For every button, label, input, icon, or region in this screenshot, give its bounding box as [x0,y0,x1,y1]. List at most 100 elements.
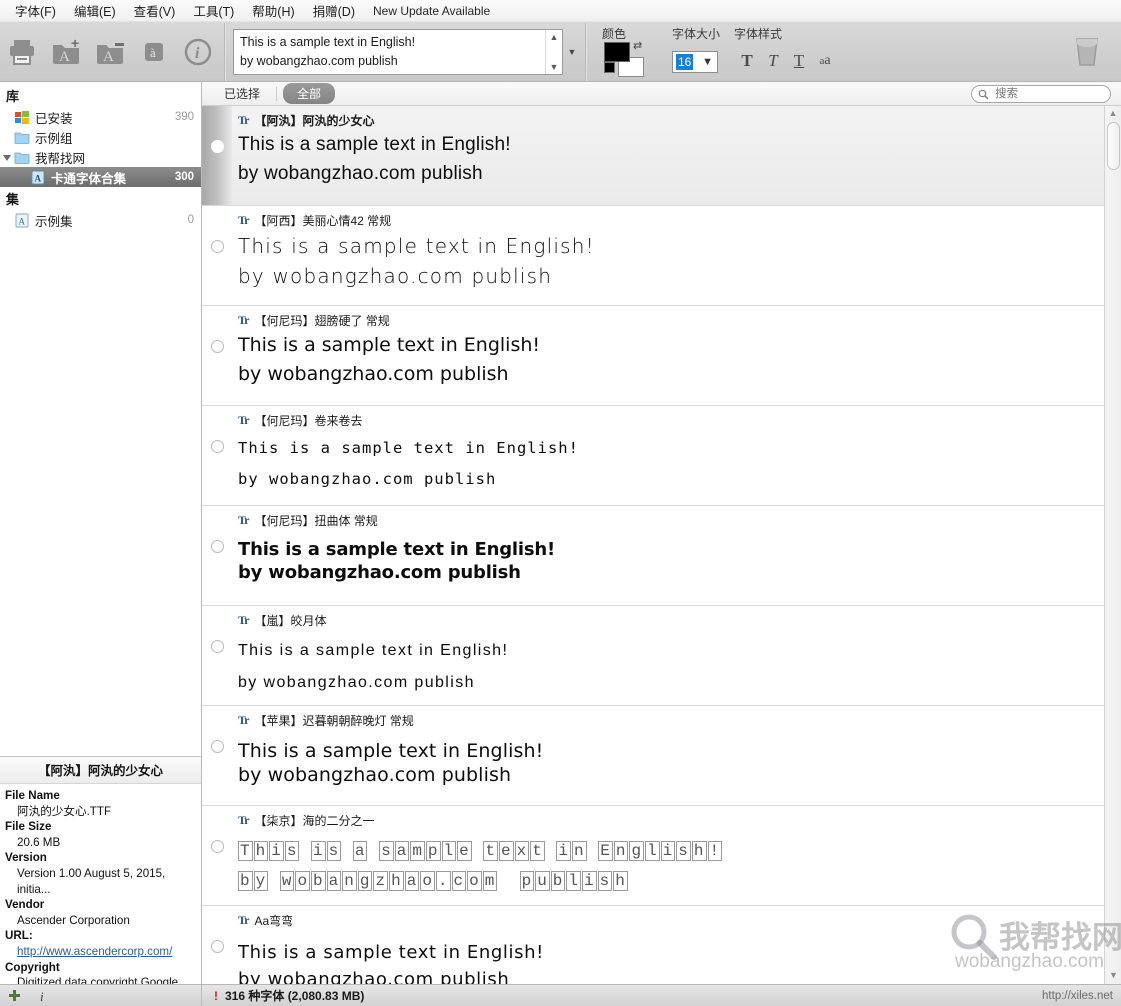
chevron-down-icon[interactable]: ▼ [702,56,713,68]
vendor-url-link[interactable]: http://www.ascendercorp.com/ [17,945,172,958]
info-panel-body: File Name 阿汍的少女心.TTF File Size 20.6 MB V… [0,784,201,984]
scrollbar-thumb[interactable] [1107,122,1120,170]
menu-item-edit[interactable]: 编辑(E) [65,0,125,22]
info-key-version: Version [5,851,47,865]
size-toggle-glyph-big: a [824,52,831,68]
info-value-file-name: 阿汍的少女心.TTF [17,804,112,818]
font-name: 【何尼玛】卷来卷去 [254,414,363,428]
sample-text-scrollbar[interactable]: ▲ ▼ [545,29,562,74]
sidebar-item-sample-set[interactable]: A 示例集 0 [0,210,201,230]
underline-button[interactable]: T [786,47,812,75]
font-name-row: Tr 【何尼玛】卷来卷去 [238,412,1096,429]
status-url: http://xiles.net [1042,989,1113,1002]
table-row[interactable]: Tr 【阿西】美丽心情42 常规 This is a sample text i… [202,206,1104,306]
sample-preview-line-2: by wobangzhao.com publish [238,871,628,892]
sidebar-item-sample-group[interactable]: 示例组 [0,127,201,147]
table-row[interactable]: Tr 【嵐】皎月体 This is a sample text in Engli… [202,606,1104,706]
row-select-bullet[interactable] [210,540,224,553]
svg-text:A: A [35,173,42,183]
bold-button[interactable]: T [734,47,760,75]
sample-text-box[interactable]: This is a sample text in English! by wob… [233,28,563,75]
font-name-row: Tr 【阿西】美丽心情42 常规 [238,212,1096,229]
row-select-bullet[interactable] [210,240,224,253]
character-map-icon[interactable]: à [134,32,174,72]
scroll-up-icon[interactable]: ▲ [1109,106,1118,120]
row-select-bullet[interactable] [210,440,224,453]
header-divider [276,86,278,101]
add-font-folder-icon[interactable]: A + [46,32,86,72]
sidebar-item-installed[interactable]: 已安装 390 [0,107,201,127]
row-content: Tr 【柒京】海的二分之一 This is a sample text in E… [232,806,1104,905]
menu-item-help[interactable]: 帮助(H) [243,0,303,22]
menu-item-font[interactable]: 字体(F) [6,0,65,22]
sidebar-item-cartoon-font-collection[interactable]: A 卡通字体合集 300 [0,167,201,187]
update-available-link[interactable]: New Update Available [364,2,499,20]
row-select-bullet[interactable] [210,840,224,853]
font-name: 【嵐】皎月体 [254,614,327,628]
sample-preview-line-2: by wobangzhao.com publish [238,764,512,787]
row-select-bullet[interactable] [210,940,224,953]
sample-preview-line-2: by wobangzhao.com publish [238,362,509,385]
row-gutter [202,106,232,205]
tab-all[interactable]: 全部 [283,83,336,104]
sample-text-dropdown-icon[interactable]: ▼ [563,29,581,75]
sidebar-item-wobangzhao[interactable]: 我帮找网 [0,147,201,167]
print-icon[interactable] [2,32,42,72]
sample-preview-line-2: by wobangzhao.com publish [238,162,483,184]
italic-button[interactable]: T [760,47,786,75]
font-rows-container: Tr 【阿汍】阿汍的少女心 This is a sample text in E… [202,106,1104,984]
list-scrollbar[interactable]: ▲ ▼ [1104,106,1121,984]
sidebar-item-label: 卡通字体合集 [51,171,127,186]
info-value-copyright: Digitized data copyright Google ... [17,976,192,984]
table-row[interactable]: Tr 【何尼玛】翅膀硬了 常规 This is a sample text in… [202,306,1104,406]
row-select-bullet[interactable] [210,740,224,753]
menu-item-view[interactable]: 查看(V) [125,0,185,22]
search-input[interactable] [993,87,1110,101]
search-box[interactable] [971,85,1111,103]
main-toolbar: A + A à i This is a sample text in Engli… [0,22,1121,82]
font-size-combo[interactable]: 16 ▼ [672,50,718,73]
info-icon[interactable]: i [178,32,218,72]
plus-icon[interactable] [8,989,21,1002]
row-select-bullet[interactable] [210,140,224,153]
info-icon[interactable]: i [39,989,49,1003]
table-row[interactable]: Tr 【何尼玛】扭曲体 常规 This is a sample text in … [202,506,1104,606]
chevron-down-icon[interactable] [3,155,11,165]
font-name: 【苹果】迟暮朝朝醉晚灯 常规 [254,714,414,728]
table-row[interactable]: Tr 【何尼玛】卷来卷去 This is a sample text in En… [202,406,1104,506]
font-list-header: 已选择 全部 [202,82,1121,106]
menu-item-tools[interactable]: 工具(T) [184,0,243,22]
row-content: Tr 【阿西】美丽心情42 常规 This is a sample text i… [232,206,1104,305]
delete-button[interactable] [1067,35,1107,69]
size-toggle-button[interactable]: aa [812,47,838,75]
default-colors-icon[interactable] [604,61,615,73]
foreground-color-swatch[interactable] [604,41,630,62]
scroll-down-icon[interactable]: ▼ [1109,968,1118,982]
svg-text:A: A [59,49,70,65]
menu-item-donate[interactable]: 捐赠(D) [304,0,364,22]
font-info-panel: 【阿汍】阿汍的少女心 File Name 阿汍的少女心.TTF File Siz… [0,756,201,984]
row-select-bullet[interactable] [210,640,224,653]
font-size-value[interactable]: 16 [676,53,694,70]
truetype-icon: Tr [238,513,249,527]
scroll-up-icon[interactable]: ▲ [550,32,559,42]
remove-font-folder-icon[interactable]: A [90,32,130,72]
font-name: 【何尼玛】翅膀硬了 常规 [254,314,390,328]
font-set-icon: A [14,213,30,228]
tab-selected[interactable]: 已选择 [214,84,270,103]
info-value-url[interactable]: http://www.ascendercorp.com/ [5,944,196,960]
info-value-version: Version 1.00 August 5, 2015, initia... [17,866,166,896]
sample-text-input[interactable]: This is a sample text in English! by wob… [234,30,545,74]
info-value-file-size: 20.6 MB [17,835,61,849]
font-list-pane: 已选择 全部 Tr [202,82,1121,984]
table-row[interactable]: Tr 【柒京】海的二分之一 This is a sample text in E… [202,806,1104,906]
table-row[interactable]: Tr 【苹果】迟暮朝朝醉晚灯 常规 This is a sample text … [202,706,1104,806]
sidebar-item-label: 我帮找网 [35,151,86,166]
info-key-vendor: Vendor [5,898,45,912]
swap-colors-icon[interactable]: ⇄ [633,39,642,52]
table-row[interactable]: Tr 【阿汍】阿汍的少女心 This is a sample text in E… [202,106,1104,206]
row-content: Tr 【何尼玛】卷来卷去 This is a sample text in En… [232,406,1104,505]
row-select-bullet[interactable] [210,340,224,353]
scroll-down-icon[interactable]: ▼ [550,62,559,72]
table-row[interactable]: Tr Aa弯弯 This is a sample text in English… [202,906,1104,984]
